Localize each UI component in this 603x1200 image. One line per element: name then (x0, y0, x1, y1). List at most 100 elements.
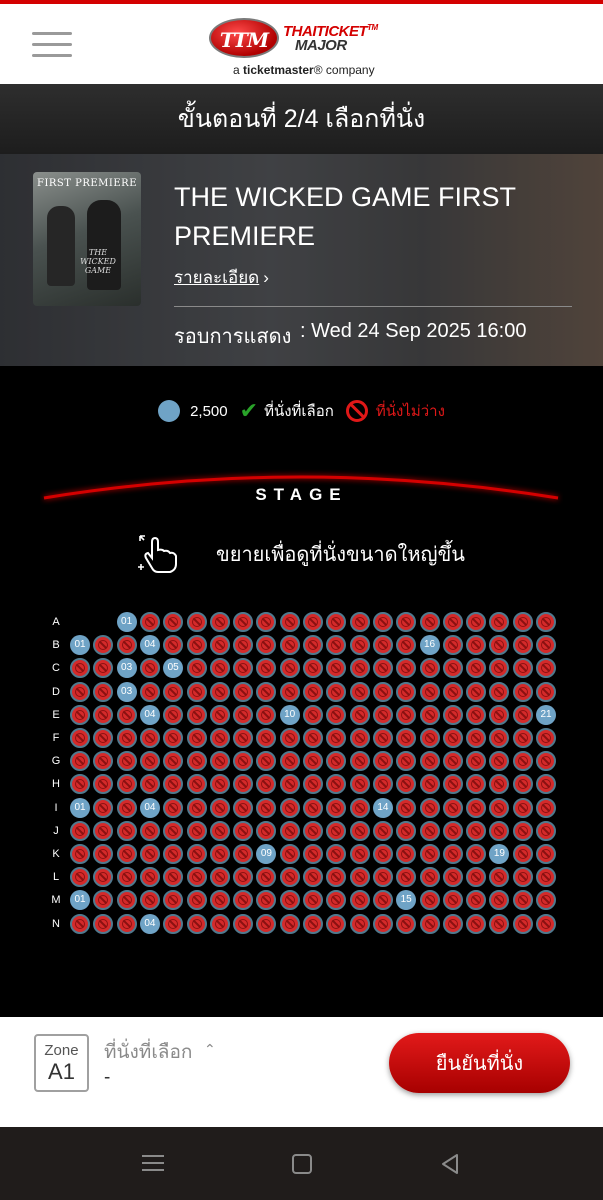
seat-unavailable (279, 681, 300, 702)
seat-unavailable (139, 728, 160, 748)
seat-unavailable (116, 890, 137, 911)
seat-unavailable (116, 867, 137, 888)
seat-unavailable (279, 820, 300, 841)
seat-unavailable (303, 844, 323, 864)
logo-tagline: a ticketmaster® company (233, 63, 375, 77)
seat-unavailable (186, 913, 207, 934)
seat-unavailable (186, 751, 207, 772)
event-details-link[interactable]: รายละเอียด › (174, 264, 269, 291)
thaiticket-major-logo[interactable]: TTM THAITICKETTM MAJOR a ticketmaster® c… (205, 14, 405, 78)
top-bar: TTM THAITICKETTM MAJOR a ticketmaster® c… (0, 0, 603, 84)
poster-figure-right (87, 200, 121, 290)
row-label: B (52, 639, 60, 652)
seat-unavailable (466, 774, 487, 795)
seat-available[interactable]: 01 (70, 797, 90, 818)
seat-unavailable (116, 774, 137, 795)
seat-unavailable (256, 612, 277, 632)
seat-available[interactable]: 04 (139, 704, 160, 725)
hand-pinch-icon (138, 535, 178, 573)
legend-available: 2,500 (158, 400, 228, 422)
poster-subtitle: THE WICKED GAME (80, 248, 116, 275)
seat-unavailable (396, 913, 417, 934)
seat-unavailable (466, 728, 487, 748)
seat-available[interactable]: 10 (279, 704, 300, 725)
seat-unavailable (93, 820, 114, 841)
seat-unavailable (233, 612, 254, 632)
seat-available[interactable]: 04 (139, 913, 160, 934)
seat-unavailable (233, 844, 254, 864)
seat-unavailable (326, 751, 347, 772)
poster-title: FIRST PREMIERE (37, 178, 137, 189)
seat-unavailable (186, 635, 207, 656)
seat-available[interactable]: 09 (256, 844, 277, 864)
legend-price: 2,500 (190, 402, 228, 420)
seat-unavailable (93, 728, 114, 748)
seat-available[interactable]: 21 (536, 704, 556, 725)
seat-unavailable (233, 913, 254, 934)
hamburger-menu-icon[interactable] (32, 32, 72, 60)
seat-unavailable (396, 797, 417, 818)
seat-unavailable (233, 704, 254, 725)
seat-unavailable (349, 913, 370, 934)
seat-unavailable (163, 844, 184, 864)
seat-available[interactable]: 19 (489, 844, 510, 864)
seat-unavailable (419, 774, 440, 795)
zone-box: Zone A1 (34, 1034, 89, 1092)
seat-available[interactable]: 16 (419, 635, 440, 656)
seat-available[interactable]: 03 (116, 681, 137, 702)
seat-unavailable (326, 890, 347, 911)
seat-unavailable (70, 844, 90, 864)
home-icon[interactable] (292, 1154, 312, 1174)
seat-unavailable (349, 704, 370, 725)
seat-unavailable (209, 797, 230, 818)
seat-unavailable (536, 612, 556, 632)
seat-unavailable (233, 658, 254, 679)
seat-unavailable (186, 658, 207, 679)
recent-apps-icon[interactable] (142, 1153, 164, 1173)
seat-unavailable (419, 681, 440, 702)
seat-unavailable (536, 658, 556, 679)
seat-available[interactable]: 01 (116, 612, 137, 632)
chevron-up-icon[interactable]: ⌃ (204, 1041, 216, 1058)
seat-unavailable (116, 913, 137, 934)
seat-available[interactable]: 05 (163, 658, 184, 679)
seat-unavailable (512, 635, 533, 656)
selected-seats-toggle[interactable]: ที่นั่งที่เลือก (104, 1037, 192, 1067)
chevron-right-icon: › (263, 268, 269, 287)
logo-name-line2: MAJOR (295, 37, 347, 54)
logo-tagline-brand: ticketmaster (243, 63, 314, 77)
seat-available[interactable]: 15 (396, 890, 417, 911)
seat-unavailable (536, 913, 556, 934)
seat-unavailable (163, 728, 184, 748)
seat-unavailable (349, 635, 370, 656)
seat-unavailable (93, 751, 114, 772)
seat-unavailable (512, 612, 533, 632)
seat-unavailable (163, 751, 184, 772)
seat-legend: 2,500 ✔ ที่นั่งที่เลือก ที่นั่งไม่ว่าง (0, 396, 603, 426)
seat-unavailable (186, 728, 207, 748)
back-icon[interactable] (440, 1153, 460, 1175)
seat-available[interactable]: 03 (116, 658, 137, 679)
seat-available[interactable]: 04 (139, 797, 160, 818)
seat-unavailable (512, 844, 533, 864)
event-poster[interactable]: FIRST PREMIERE THE WICKED GAME (33, 172, 141, 306)
seat-unavailable (186, 844, 207, 864)
seat-unavailable (466, 658, 487, 679)
seat-unavailable (209, 820, 230, 841)
seat-unavailable (419, 867, 440, 888)
prohibited-icon (345, 400, 368, 422)
seat-available[interactable]: 14 (372, 797, 393, 818)
legend-selected-label: ที่นั่งที่เลือก (264, 403, 334, 420)
seat-unavailable (163, 612, 184, 632)
event-title: THE WICKED GAME FIRST PREMIERE (174, 182, 516, 251)
seat-unavailable (326, 844, 347, 864)
logo-tagline-prefix: a (233, 63, 244, 77)
seat-unavailable (233, 635, 254, 656)
seat-available[interactable]: 04 (139, 635, 160, 656)
seat-unavailable (93, 658, 114, 679)
seat-available[interactable]: 01 (70, 890, 90, 911)
seat-unavailable (139, 612, 160, 632)
seat-unavailable (419, 751, 440, 772)
confirm-seats-button[interactable]: ยืนยันที่นั่ง (389, 1033, 570, 1093)
seat-available[interactable]: 01 (70, 635, 90, 656)
